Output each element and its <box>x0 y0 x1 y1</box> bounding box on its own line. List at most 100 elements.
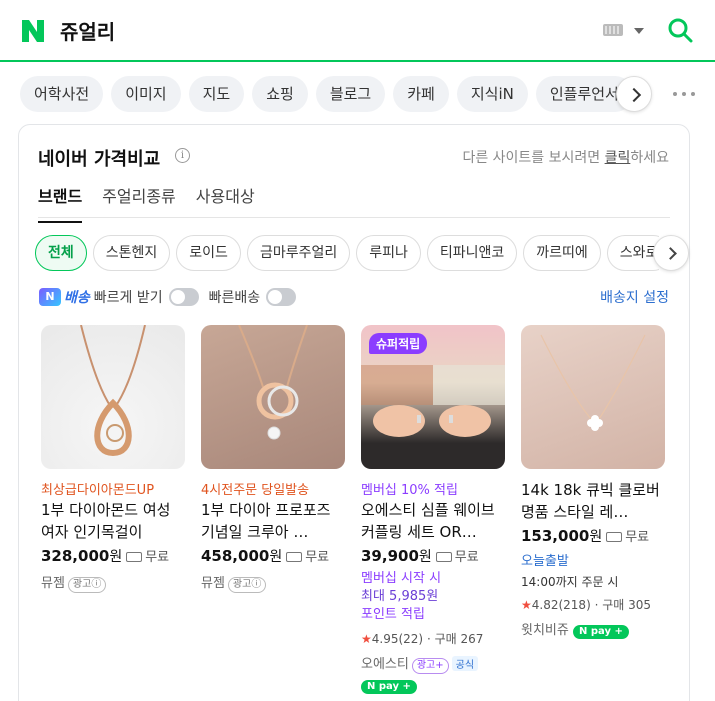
chip-brand[interactable]: 스톤헨지 <box>92 235 171 271</box>
more-icon[interactable] <box>673 92 695 96</box>
price-unit: 원 <box>269 549 283 565</box>
notice-prefix: 다른 사이트를 보시려면 <box>462 150 605 166</box>
shipping-fee: 무료 <box>625 530 650 545</box>
search-header: 쥬얼리 <box>0 0 715 62</box>
search-icon[interactable] <box>667 17 693 43</box>
product-card[interactable]: 슈퍼적립 멤버십 10% 적립 오에스티 심플 웨이브 커플링 세트 OR… 3… <box>361 325 505 694</box>
product-name[interactable]: 오에스티 심플 웨이브 커플링 세트 OR… <box>361 499 505 543</box>
price-row: 458,000원 무료 <box>201 546 345 566</box>
product-name[interactable]: 14k 18k 큐빅 클로버 명품 스타일 레… <box>521 479 665 523</box>
address-setting-link[interactable]: 배송지 설정 <box>600 287 669 307</box>
npay-badge: N pay + <box>572 625 629 639</box>
truck-icon <box>286 552 303 562</box>
tab-map[interactable]: 지도 <box>188 76 245 112</box>
ad-tag[interactable]: 광고ⓘ <box>67 577 107 593</box>
divider <box>38 217 670 218</box>
delivery-brand-text: 배송 <box>64 290 90 306</box>
search-query[interactable]: 쥬얼리 <box>60 16 115 45</box>
search-tabs: 어학사전 이미지 지도 쇼핑 블로그 카페 지식iN 인플루언서 <box>20 76 633 112</box>
chip-brand[interactable]: 루피나 <box>356 235 421 271</box>
info-icon[interactable]: i <box>175 148 190 163</box>
chip-brand[interactable]: 금마루주얼리 <box>246 235 351 271</box>
rating-score: 4.95 <box>371 632 399 646</box>
shipping-fee: 무료 <box>454 550 479 565</box>
star-icon: ★ <box>361 632 372 646</box>
price-row: 39,900원 무료 <box>361 546 505 566</box>
tab-blog[interactable]: 블로그 <box>315 76 386 112</box>
tab-images[interactable]: 이미지 <box>111 76 181 112</box>
brand-chips: 전체 스톤헨지 로이드 금마루주얼리 루피나 티파니앤코 까르띠에 스와로 <box>35 235 659 271</box>
chip-brand[interactable]: 티파니앤코 <box>426 235 518 271</box>
super-reward-badge: 슈퍼적립 <box>369 333 428 354</box>
chip-brand[interactable]: 까르띠에 <box>523 235 601 271</box>
product-image[interactable] <box>201 325 345 469</box>
product-promo: 멤버십 10% 적립 <box>361 483 458 497</box>
ad-tag[interactable]: 광고ⓘ <box>227 577 267 593</box>
tab-kin[interactable]: 지식iN <box>456 76 528 112</box>
product-image[interactable] <box>521 325 665 469</box>
fast-shipping-toggle[interactable] <box>266 288 297 306</box>
necklace-image <box>80 325 146 457</box>
price-row: 153,000원 무료 <box>521 526 665 546</box>
review-count[interactable]: (218) <box>558 598 590 612</box>
price-unit: 원 <box>589 529 603 545</box>
product-price: 328,000 <box>41 547 110 565</box>
ad-plus-tag[interactable]: 광고+ <box>411 658 449 674</box>
ad-label: 광고 <box>72 579 92 590</box>
product-image[interactable] <box>41 325 185 469</box>
product-name[interactable]: 1부 다이아 프로포즈 기념일 크루아 … <box>201 499 345 543</box>
fast-delivery-label: 빠르게 받기 <box>93 290 163 306</box>
today-ship-label: 오늘출발 <box>521 554 569 569</box>
fast-delivery-toggle[interactable] <box>168 288 199 306</box>
naver-logo-icon[interactable] <box>20 18 46 44</box>
star-icon: ★ <box>521 598 532 612</box>
product-card[interactable]: 14k 18k 큐빅 클로버 명품 스타일 레… 153,000원 무료 오늘출발… <box>521 325 665 694</box>
seller-row: 윗치비쥬 N pay + <box>521 619 665 639</box>
tab-dictionary[interactable]: 어학사전 <box>20 76 104 112</box>
npay-text: pay <box>590 626 611 637</box>
tabs-next-button[interactable] <box>616 76 652 112</box>
delivery-filters: N 배송 빠르게 받기 빠른배송 <box>39 287 306 307</box>
product-image[interactable]: 슈퍼적립 <box>361 325 505 469</box>
membership-line: 최대 5,985원 <box>361 589 439 604</box>
chip-all[interactable]: 전체 <box>35 235 87 271</box>
seller-name[interactable]: 오에스티 <box>361 657 409 672</box>
chip-brand[interactable]: 스와로 <box>606 235 659 271</box>
review-count[interactable]: (22) <box>398 632 423 646</box>
npay-delivery-label: N 배송 <box>39 287 90 307</box>
npay-text: pay <box>378 681 399 692</box>
product-promo: 최상급다이아몬드UP <box>41 483 155 497</box>
product-price: 458,000 <box>201 547 270 565</box>
seller-name[interactable]: 뮤젬 <box>201 576 225 591</box>
truck-icon <box>435 552 452 562</box>
chevron-down-icon[interactable] <box>634 28 644 34</box>
product-card[interactable]: 최상급다이아몬드UP 1부 다이아몬드 여성 여자 인기목걸이 328,000원… <box>41 325 185 694</box>
necklace-image <box>540 334 646 431</box>
purchase-count: 구매 305 <box>602 598 652 612</box>
keyboard-icon[interactable] <box>603 24 623 36</box>
seller-name[interactable]: 윗치비쥬 <box>521 623 569 638</box>
ad-label: 광고 <box>232 579 252 590</box>
product-price: 153,000 <box>521 527 590 545</box>
card-title: 네이버 가격비교 <box>38 149 161 170</box>
price-unit: 원 <box>418 549 432 565</box>
seller-name[interactable]: 뮤젬 <box>41 576 65 591</box>
product-card[interactable]: 4시전주문 당일발송 1부 다이아 프로포즈 기념일 크루아 … 458,000… <box>201 325 345 694</box>
other-site-notice: 다른 사이트를 보시려면 클릭하세요 <box>462 147 669 167</box>
tab-shopping[interactable]: 쇼핑 <box>252 76 308 112</box>
seller-row: 뮤젬 광고ⓘ <box>41 572 185 593</box>
notice-suffix: 하세요 <box>630 150 669 166</box>
price-row: 328,000원 무료 <box>41 546 185 566</box>
product-price: 39,900 <box>361 547 419 565</box>
seller-row: 오에스티 광고+ 공식 <box>361 653 505 674</box>
rating-row: ★4.82(218) · 구매 305 <box>521 598 652 612</box>
notice-link[interactable]: 클릭 <box>605 150 631 166</box>
truck-icon <box>606 532 623 542</box>
price-unit: 원 <box>109 549 123 565</box>
product-name[interactable]: 1부 다이아몬드 여성 여자 인기목걸이 <box>41 499 185 543</box>
product-promo: 4시전주문 당일발송 <box>201 483 310 497</box>
truck-icon <box>126 552 143 562</box>
chip-brand[interactable]: 로이드 <box>176 235 241 271</box>
chips-next-button[interactable] <box>653 235 689 271</box>
tab-cafe[interactable]: 카페 <box>393 76 449 112</box>
